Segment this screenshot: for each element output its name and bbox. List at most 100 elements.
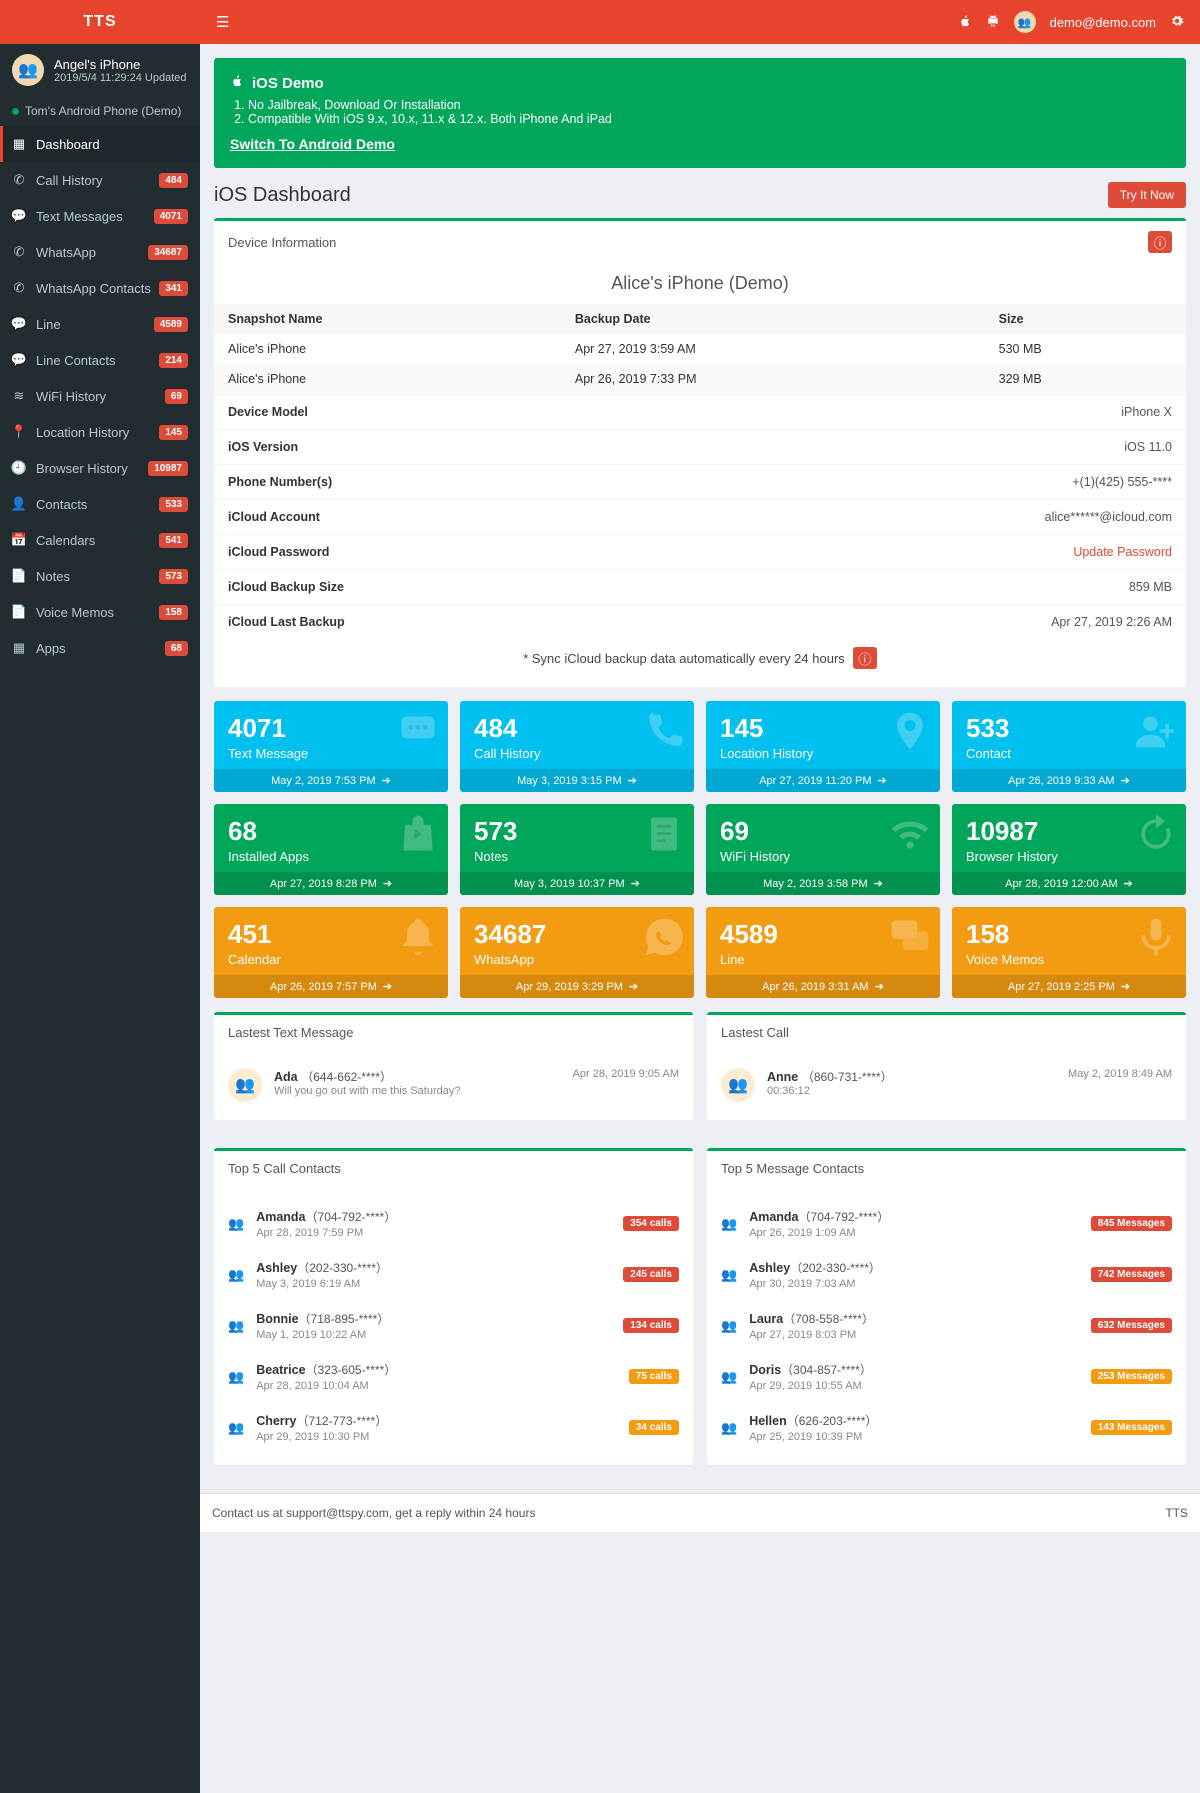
sidebar-item-text-messages[interactable]: 💬Text Messages4071 bbox=[0, 198, 200, 234]
update-password-link[interactable]: Update Password bbox=[1073, 545, 1172, 559]
tile-calendar[interactable]: 451CalendarApr 26, 2019 7:57 PM➔ bbox=[214, 907, 448, 998]
avatar: 👥 bbox=[228, 1216, 244, 1232]
tile-whatsapp[interactable]: 34687WhatsAppApr 29, 2019 3:29 PM➔ bbox=[460, 907, 694, 998]
box-title: Device Information bbox=[228, 235, 336, 250]
avatar: 👥 bbox=[12, 54, 44, 86]
sidebar-item-voice-memos[interactable]: 📄Voice Memos158 bbox=[0, 594, 200, 630]
kv-row: Device ModeliPhone X bbox=[214, 394, 1186, 429]
kv-row: iCloud Accountalice******@icloud.com bbox=[214, 499, 1186, 534]
kv-row: Phone Number(s)+(1)(425) 555-**** bbox=[214, 464, 1186, 499]
sidebar-item-notes[interactable]: 📄Notes573 bbox=[0, 558, 200, 594]
sync-note: * Sync iCloud backup data automatically … bbox=[523, 651, 845, 666]
sidebar-item-calendars[interactable]: 📅Calendars541 bbox=[0, 522, 200, 558]
tile-wifi-history[interactable]: 69WiFi HistoryMay 2, 2019 3:58 PM➔ bbox=[706, 804, 940, 895]
contact-row[interactable]: 👥Laura（708-558-****）Apr 27, 2019 8:03 PM… bbox=[721, 1300, 1172, 1351]
nav-badge: 158 bbox=[159, 605, 188, 620]
table-row[interactable]: Alice's iPhoneApr 26, 2019 7:33 PM329 MB bbox=[214, 364, 1186, 394]
nav-badge: 341 bbox=[159, 281, 188, 296]
tile-line[interactable]: 4589LineApr 26, 2019 3:31 AM➔ bbox=[706, 907, 940, 998]
gears-icon[interactable] bbox=[1170, 14, 1184, 31]
chats-icon bbox=[888, 915, 932, 970]
nav-badge: 533 bbox=[159, 497, 188, 512]
avatar: 👥 bbox=[228, 1369, 244, 1385]
topbar-avatar[interactable]: 👥 bbox=[1014, 11, 1036, 33]
bag-icon bbox=[396, 812, 440, 867]
contact-row[interactable]: 👥Beatrice（323-605-****）Apr 28, 2019 10:0… bbox=[228, 1351, 679, 1402]
table-row[interactable]: Alice's iPhoneApr 27, 2019 3:59 AM530 MB bbox=[214, 334, 1186, 364]
sidebar-item-line-contacts[interactable]: 💬Line Contacts214 bbox=[0, 342, 200, 378]
sidebar-item-whatsapp-contacts[interactable]: ✆WhatsApp Contacts341 bbox=[0, 270, 200, 306]
tile-browser-history[interactable]: 10987Browser HistoryApr 28, 2019 12:00 A… bbox=[952, 804, 1186, 895]
top5-calls-box: Top 5 Call Contacts 👥Amanda（704-792-****… bbox=[214, 1148, 693, 1465]
tile-location-history[interactable]: 145Location HistoryApr 27, 2019 11:20 PM… bbox=[706, 701, 940, 792]
tile-installed-apps[interactable]: 68Installed AppsApr 27, 2019 8:28 PM➔ bbox=[214, 804, 448, 895]
nav-badge: 34687 bbox=[148, 245, 188, 260]
sidebar-item-contacts[interactable]: 👤Contacts533 bbox=[0, 486, 200, 522]
adduser-icon bbox=[1134, 709, 1178, 764]
brand-logo[interactable]: TTS bbox=[0, 0, 200, 44]
tile-contact[interactable]: 533ContactApr 26, 2019 9:33 AM➔ bbox=[952, 701, 1186, 792]
avatar: 👥 bbox=[721, 1068, 755, 1102]
menu-toggle-icon[interactable]: ☰ bbox=[216, 13, 229, 31]
kv-row: iOS VersioniOS 11.0 bbox=[214, 429, 1186, 464]
contact-row[interactable]: 👥Doris（304-857-****）Apr 29, 2019 10:55 A… bbox=[721, 1351, 1172, 1402]
info-icon[interactable]: ⓘ bbox=[1148, 231, 1172, 253]
tile-notes[interactable]: 573NotesMay 3, 2019 10:37 PM➔ bbox=[460, 804, 694, 895]
sidebar-item-wifi-history[interactable]: ≋WiFi History69 bbox=[0, 378, 200, 414]
sidebar-item-apps[interactable]: ▦Apps68 bbox=[0, 630, 200, 666]
contact-row[interactable]: 👥Amanda（704-792-****）Apr 26, 2019 1:09 A… bbox=[721, 1198, 1172, 1249]
wifi-icon bbox=[888, 812, 932, 867]
user-icon: 👤 bbox=[12, 496, 26, 512]
try-it-now-button[interactable]: Try It Now bbox=[1108, 182, 1186, 208]
note-icon: 📄 bbox=[12, 568, 26, 584]
contact-row[interactable]: 👥Cherry（712-773-****）Apr 29, 2019 10:30 … bbox=[228, 1402, 679, 1453]
avatar: 👥 bbox=[721, 1420, 737, 1436]
tile-call-history[interactable]: 484Call HistoryMay 3, 2019 3:15 PM➔ bbox=[460, 701, 694, 792]
sidebar-item-location-history[interactable]: 📍Location History145 bbox=[0, 414, 200, 450]
top5-messages-box: Top 5 Message Contacts 👥Amanda（704-792-*… bbox=[707, 1148, 1186, 1465]
arrow-right-icon: ➔ bbox=[382, 774, 391, 787]
tile-voice-memos[interactable]: 158Voice MemosApr 27, 2019 2:25 PM➔ bbox=[952, 907, 1186, 998]
sms-icon bbox=[396, 709, 440, 764]
tile-text-message[interactable]: 4071Text MessageMay 2, 2019 7:53 PM➔ bbox=[214, 701, 448, 792]
contact-row[interactable]: 👥Bonnie（718-895-****）May 1, 2019 10:22 A… bbox=[228, 1300, 679, 1351]
contact-row[interactable]: 👥Ashley（202-330-****）May 3, 2019 6:19 AM… bbox=[228, 1249, 679, 1300]
kv-value: 859 MB bbox=[1129, 580, 1172, 594]
kv-value: iOS 11.0 bbox=[1124, 440, 1172, 454]
sidebar-item-whatsapp[interactable]: ✆WhatsApp34687 bbox=[0, 234, 200, 270]
arrow-right-icon: ➔ bbox=[383, 877, 392, 890]
kv-row: iCloud PasswordUpdate Password bbox=[214, 534, 1186, 569]
nav-badge: 541 bbox=[159, 533, 188, 548]
phone-icon bbox=[642, 709, 686, 764]
contact-row[interactable]: 👥Ashley（202-330-****）Apr 30, 2019 7:03 A… bbox=[721, 1249, 1172, 1300]
phone-icon: ✆ bbox=[12, 172, 26, 188]
sidebar-profile[interactable]: 👥 Angel's iPhone 2019/5/4 11:29:24 Updat… bbox=[0, 44, 200, 96]
sidebar-item-browser-history[interactable]: 🕘Browser History10987 bbox=[0, 450, 200, 486]
doc-icon bbox=[642, 812, 686, 867]
kv-value: Apr 27, 2019 2:26 AM bbox=[1051, 615, 1172, 629]
apple-icon[interactable] bbox=[958, 14, 972, 31]
arrow-right-icon: ➔ bbox=[1121, 774, 1130, 787]
android-icon[interactable] bbox=[986, 14, 1000, 31]
alt-device[interactable]: Tom's Android Phone (Demo) bbox=[0, 96, 200, 126]
kv-value: iPhone X bbox=[1121, 405, 1172, 419]
topbar-email[interactable]: demo@demo.com bbox=[1050, 15, 1156, 30]
chat-icon: 💬 bbox=[12, 352, 26, 368]
arrow-right-icon: ➔ bbox=[631, 877, 640, 890]
arrow-right-icon: ➔ bbox=[383, 980, 392, 993]
contact-row[interactable]: 👥Amanda（704-792-****）Apr 28, 2019 7:59 P… bbox=[228, 1198, 679, 1249]
grid-icon: ▦ bbox=[12, 136, 26, 152]
nav-badge: 4071 bbox=[154, 209, 188, 224]
avatar: 👥 bbox=[721, 1369, 737, 1385]
switch-android-link[interactable]: Switch To Android Demo bbox=[230, 136, 395, 152]
contact-row[interactable]: 👥Hellen（626-203-****）Apr 25, 2019 10:39 … bbox=[721, 1402, 1172, 1453]
count-badge: 742 Messages bbox=[1091, 1267, 1172, 1282]
online-dot-icon bbox=[12, 108, 19, 115]
sidebar-item-dashboard[interactable]: ▦Dashboard bbox=[0, 126, 200, 162]
device-kv-list: Device ModeliPhone XiOS VersioniOS 11.0P… bbox=[214, 394, 1186, 639]
sidebar-item-call-history[interactable]: ✆Call History484 bbox=[0, 162, 200, 198]
sync-info-icon[interactable]: ⓘ bbox=[853, 647, 877, 669]
arrow-right-icon: ➔ bbox=[1124, 877, 1133, 890]
sidebar-item-line[interactable]: 💬Line4589 bbox=[0, 306, 200, 342]
demo-device-title: Alice's iPhone (Demo) bbox=[214, 263, 1186, 304]
